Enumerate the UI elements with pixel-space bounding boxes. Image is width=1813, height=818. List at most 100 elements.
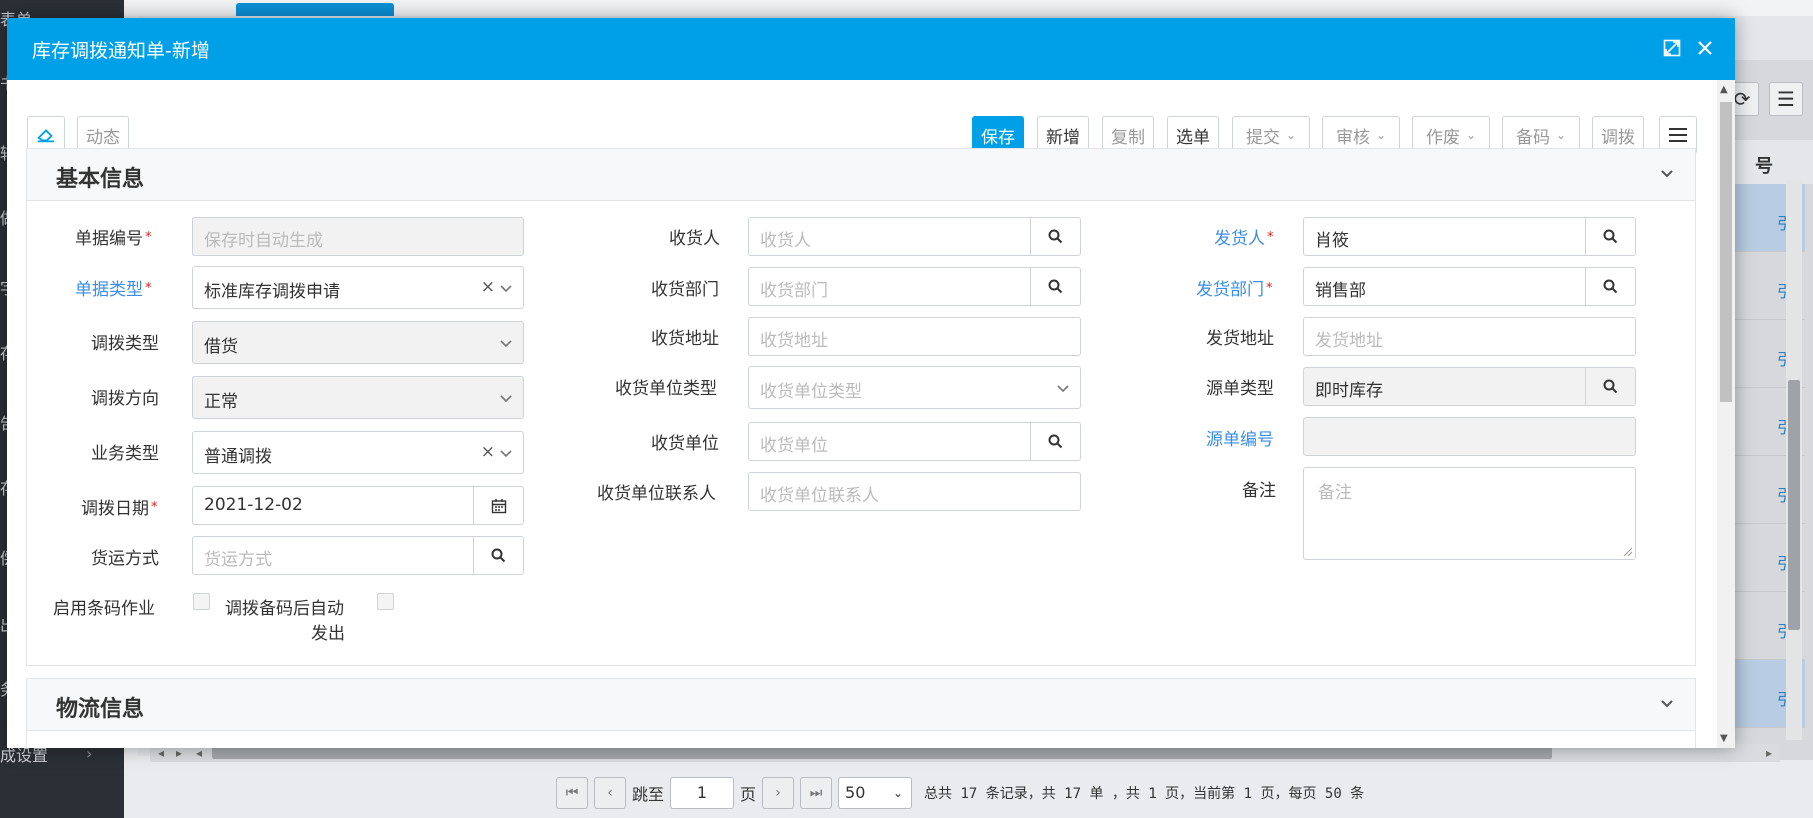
receiver-input[interactable]: 收货人	[748, 217, 1081, 256]
shipper-input[interactable]: 肖筱	[1303, 217, 1636, 256]
chevron-down-icon: ⌄	[1375, 128, 1387, 142]
next-page-icon[interactable]: ›	[762, 777, 795, 809]
biz-type-label: 业务类型	[91, 444, 159, 464]
dialog-header: 库存调拨通知单-新增	[7, 18, 1735, 80]
chevron-down-icon: ⌄	[892, 786, 904, 800]
recv-unit-type-label: 收货单位类型	[615, 379, 717, 399]
auto-ship-checkbox[interactable]	[377, 593, 394, 610]
scrollbar-thumb[interactable]	[212, 747, 1552, 759]
recv-contact-label: 收货单位联系人	[597, 484, 716, 504]
ship-method-label: 货运方式	[91, 549, 159, 569]
scrollbar-thumb[interactable]	[1720, 102, 1732, 402]
last-page-icon[interactable]: ⏭	[800, 777, 833, 809]
page-size-select[interactable]: 50 ⌄	[838, 777, 913, 809]
page-unit: 页	[740, 785, 757, 804]
recv-unit-type-select[interactable]: 收货单位类型	[748, 366, 1081, 409]
recv-unit-type-placeholder: 收货单位类型	[760, 382, 862, 402]
recv-addr-placeholder: 收货地址	[760, 331, 828, 351]
recv-dept-label: 收货部门	[651, 280, 719, 300]
pager-summary: 总共 17 条记录，共 17 单 ，共 1 页，当前第 1 页，每页 50 条	[924, 786, 1365, 802]
jump-label: 跳至	[632, 785, 665, 804]
section-header[interactable]: 物流信息	[27, 679, 1695, 731]
ship-dept-label[interactable]: 发货部门 *	[1196, 275, 1273, 300]
doc-type-select[interactable]: 标准库存调拨申请 ×	[192, 266, 524, 309]
shipper-label[interactable]: 发货人 *	[1214, 224, 1274, 249]
search-icon[interactable]	[1585, 218, 1635, 255]
search-icon[interactable]	[1030, 218, 1080, 255]
auto-ship-label: 调拨备码后自动	[225, 599, 344, 619]
remark-textarea[interactable]: 备注	[1303, 467, 1636, 560]
dialog-scrollbar[interactable]: ▲ ▼	[1717, 80, 1735, 748]
chevron-down-icon: ⌄	[1285, 128, 1297, 142]
section-title: 物流信息	[56, 697, 145, 722]
section-header[interactable]: 基本信息	[27, 149, 1695, 201]
ship-method-placeholder: 货运方式	[204, 550, 272, 570]
recv-contact-input[interactable]: 收货单位联系人	[748, 472, 1081, 511]
recv-addr-label: 收货地址	[651, 329, 719, 349]
ship-addr-input[interactable]: 发货地址	[1303, 317, 1636, 356]
source-no-label[interactable]: 源单编号	[1206, 425, 1274, 450]
source-type-value: 即时库存	[1315, 381, 1383, 401]
ship-addr-placeholder: 发货地址	[1315, 331, 1383, 351]
recv-dept-input[interactable]: 收货部门	[748, 267, 1081, 306]
date-label: 调拨日期 *	[81, 499, 158, 519]
doc-no-input[interactable]: 保存时自动生成	[192, 217, 524, 256]
pagination: ⏮ ‹ 跳至 1 页 › ⏭ 50 ⌄ 总共 17 条记录，共 17 单 ，共 1…	[556, 776, 1364, 810]
page-size-value: 50	[845, 783, 866, 802]
date-value: 2021-12-02	[204, 495, 303, 515]
eraser-icon	[37, 129, 55, 143]
menu-icon[interactable]: ☰	[1769, 82, 1803, 116]
ship-method-input[interactable]: 货运方式	[192, 536, 524, 575]
recv-unit-input[interactable]: 收货单位	[748, 422, 1081, 461]
chevron-down-icon[interactable]	[1657, 693, 1677, 713]
scroll-up-icon[interactable]: ▲	[1720, 84, 1728, 95]
recv-addr-input[interactable]: 收货地址	[748, 317, 1081, 356]
transfer-type-select[interactable]: 借货	[192, 321, 524, 364]
chevron-down-icon: ⌄	[1555, 128, 1567, 142]
clear-icon[interactable]: ×	[481, 277, 495, 297]
chevron-down-icon	[500, 450, 512, 458]
maximize-icon[interactable]	[1659, 35, 1685, 61]
source-type-label: 源单类型	[1206, 379, 1274, 399]
search-icon[interactable]	[1030, 423, 1080, 460]
ship-dept-input[interactable]: 销售部	[1303, 267, 1636, 306]
doc-no-label: 单据编号 *	[75, 229, 152, 249]
close-icon[interactable]	[1692, 35, 1718, 61]
source-no-input[interactable]	[1303, 417, 1636, 456]
barcode-checkbox[interactable]	[193, 593, 210, 610]
submit-label: 提交	[1245, 127, 1280, 148]
search-icon[interactable]	[1030, 268, 1080, 305]
chevron-down-icon	[500, 340, 512, 348]
date-picker[interactable]: 2021-12-02	[192, 486, 524, 525]
menu-icon	[1669, 128, 1687, 142]
doc-type-value: 标准库存调拨申请	[204, 282, 340, 302]
clear-icon[interactable]: ×	[481, 442, 495, 462]
remark-label: 备注	[1242, 481, 1276, 501]
background-scrollbar[interactable]	[1786, 180, 1802, 740]
search-icon[interactable]	[473, 537, 523, 574]
search-icon[interactable]	[1585, 268, 1635, 305]
search-icon[interactable]	[1585, 368, 1635, 405]
barcode-label: 启用条码作业	[53, 599, 155, 619]
biz-type-select[interactable]: 普通调拨 ×	[192, 431, 524, 474]
page-input[interactable]: 1	[670, 777, 735, 809]
chevron-down-icon[interactable]	[1657, 163, 1677, 183]
direction-value: 正常	[204, 392, 238, 412]
transfer-type-value: 借货	[204, 337, 238, 357]
scroll-down-icon[interactable]: ▼	[1720, 733, 1728, 744]
source-type-input[interactable]: 即时库存	[1303, 367, 1636, 406]
dialog-title: 库存调拨通知单-新增	[32, 40, 210, 62]
direction-select[interactable]: 正常	[192, 376, 524, 419]
prev-page-icon[interactable]: ‹	[594, 777, 626, 809]
first-page-icon[interactable]: ⏮	[556, 777, 588, 809]
scroll-right-icon[interactable]: ▸	[1766, 744, 1772, 762]
auto-ship-label-line2: 发出	[311, 624, 345, 644]
scrollbar-thumb[interactable]	[1788, 380, 1800, 630]
biz-type-value: 普通调拨	[204, 447, 272, 467]
direction-label: 调拨方向	[91, 389, 159, 409]
chevron-down-icon: ⌄	[1465, 128, 1477, 142]
recv-unit-placeholder: 收货单位	[760, 436, 828, 456]
calendar-icon[interactable]	[473, 487, 523, 524]
doc-type-label[interactable]: 单据类型 *	[75, 275, 152, 300]
resize-handle-icon[interactable]	[1623, 547, 1633, 557]
